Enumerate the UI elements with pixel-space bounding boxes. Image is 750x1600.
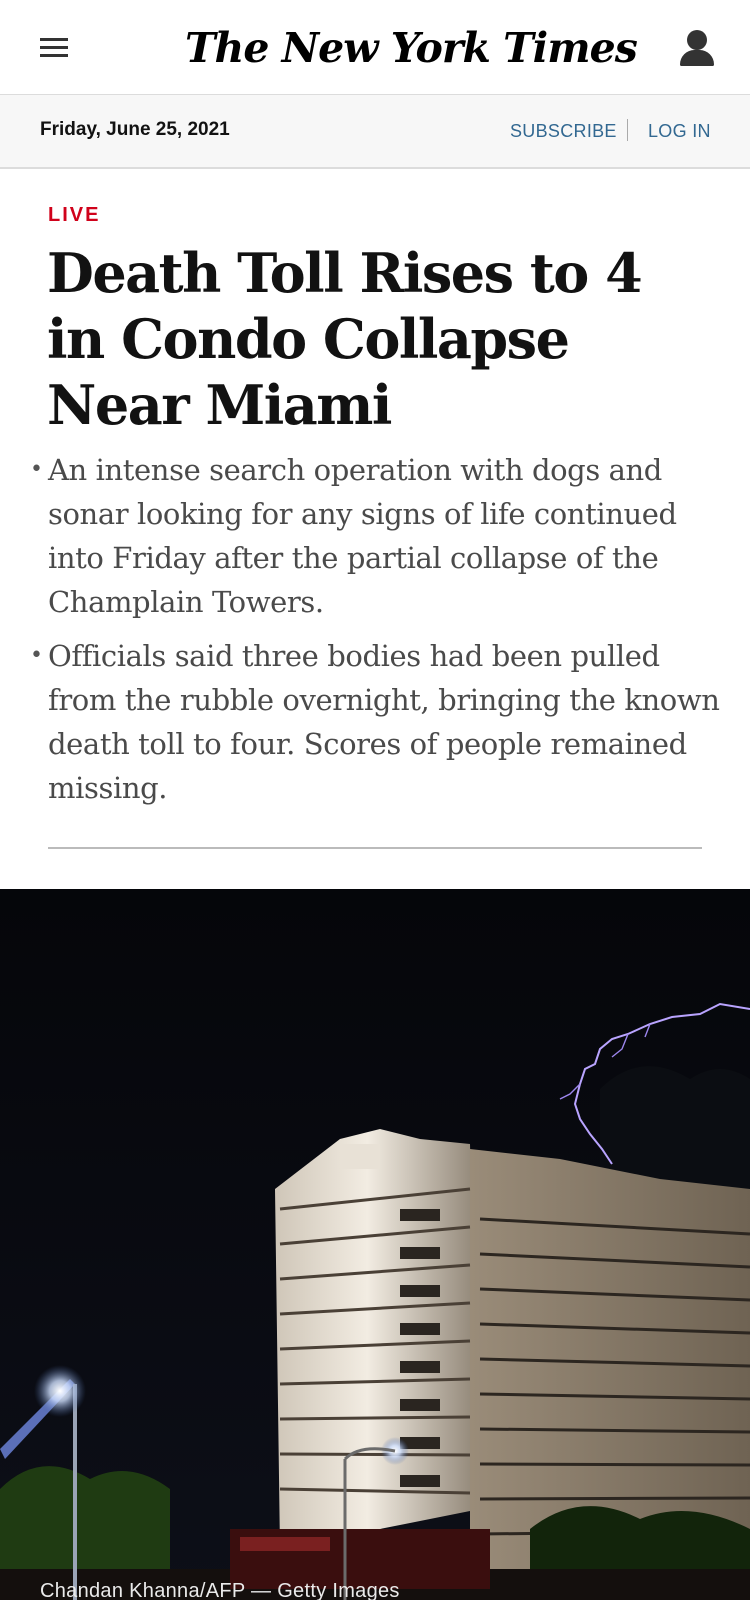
summary-text: An intense search operation with dogs an… xyxy=(48,453,677,619)
photo-credit: Chandan Khanna/AFP — Getty Images xyxy=(40,1580,400,1600)
login-link[interactable]: LOG IN xyxy=(648,121,711,142)
summary-text: Officials said three bodies had been pul… xyxy=(48,639,720,805)
bullet-icon: • xyxy=(30,457,43,482)
account-head-shape xyxy=(687,30,707,50)
menu-line xyxy=(40,38,68,41)
menu-line xyxy=(40,46,68,49)
subscribe-link[interactable]: SUBSCRIBE xyxy=(510,121,617,142)
link-divider xyxy=(627,119,628,141)
section-divider xyxy=(48,847,702,849)
user-account-icon[interactable] xyxy=(672,26,720,70)
current-date: Friday, June 25, 2021 xyxy=(40,119,230,140)
live-label: LIVE xyxy=(48,204,101,226)
masthead: The New York Times xyxy=(0,0,750,95)
collapse-scene-image xyxy=(0,889,750,1600)
hamburger-menu-icon[interactable] xyxy=(30,28,78,68)
date-bar: Friday, June 25, 2021 SUBSCRIBE LOG IN xyxy=(0,95,750,169)
account-torso-shape xyxy=(680,50,714,66)
summary-item: • Officials said three bodies had been p… xyxy=(30,634,720,810)
summary-list: • An intense search operation with dogs … xyxy=(30,448,720,820)
article-headline[interactable]: Death Toll Rises to 4 in Condo Collapse … xyxy=(47,240,707,438)
menu-line xyxy=(40,54,68,57)
bullet-icon: • xyxy=(30,643,43,668)
article-photo[interactable] xyxy=(0,889,750,1600)
summary-item: • An intense search operation with dogs … xyxy=(30,448,720,624)
nyt-logo[interactable]: The New York Times xyxy=(185,20,638,76)
